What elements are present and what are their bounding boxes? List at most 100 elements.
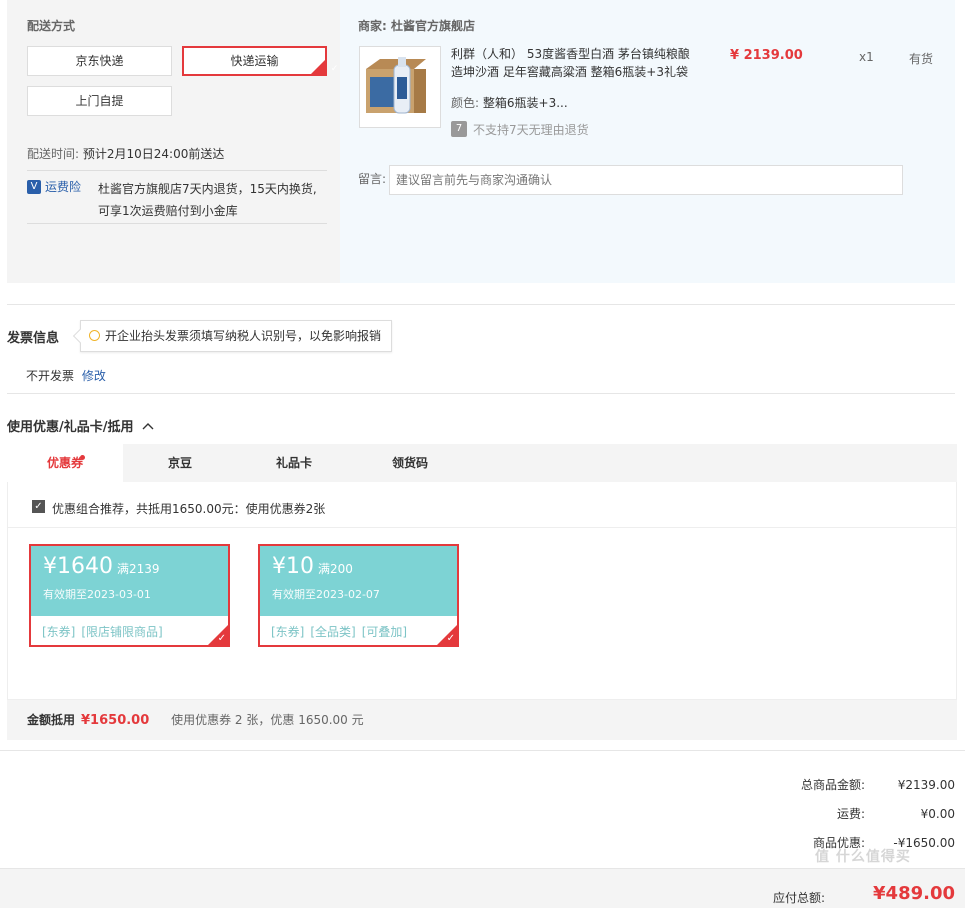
summary-label: 金额抵用: [27, 713, 76, 727]
delivery-time-label: 配送时间:: [27, 147, 80, 161]
coupon-threshold: 满200: [318, 562, 353, 576]
product-color: 颜色: 整箱6瓶装+3...: [451, 94, 568, 111]
coupon-amount-row: ¥1640 满2139: [43, 554, 216, 582]
watermark-logo: 值 什么值得买: [815, 826, 911, 879]
product-stock-status: 有货: [909, 52, 934, 66]
shipping-insurance-link[interactable]: 运费险: [45, 178, 81, 195]
tab-jd-beans[interactable]: 京豆: [123, 444, 237, 482]
divider: [7, 527, 957, 528]
shipping-title: 配送方式: [27, 19, 76, 33]
note-label: 留言:: [358, 172, 387, 186]
tab-label: 礼品卡: [275, 456, 312, 470]
coupon-amount: ¥10: [272, 554, 314, 579]
coupon-amount: ¥1640: [43, 554, 113, 579]
shipping-insurance-desc-line: 杜酱官方旗舰店7天内退货，15天内换货,: [98, 182, 317, 196]
coupon-tags: [东券] [限店铺限商品]: [31, 616, 228, 647]
coupon-tag: [东券]: [42, 625, 76, 639]
coupon-expiry: 有效期至2023-02-07: [272, 588, 380, 601]
no-return-icon: 7: [451, 121, 467, 137]
invoice-tip-text: 开企业抬头发票须填写纳税人识别号，以免影响报销: [105, 329, 382, 343]
pay-total-label: 应付总额:: [772, 891, 825, 905]
invoice-tip: 开企业抬头发票须填写纳税人识别号，以免影响报销: [72, 320, 393, 352]
coupon-threshold: 满2139: [117, 562, 160, 576]
shipping-option-courier[interactable]: 快递运输 ✓: [182, 46, 338, 76]
discount-summary-bar: 金额抵用 ¥1650.00 使用优惠券 2 张，优惠 1650.00 元: [7, 700, 957, 740]
merchant-name: 杜酱官方旗舰店: [391, 19, 476, 33]
shipping-option-pickup[interactable]: 上门自提: [27, 86, 172, 116]
shipping-option-label: 上门自提: [75, 94, 124, 108]
product-thumbnail[interactable]: [359, 46, 441, 128]
product-color-label: 颜色:: [451, 96, 480, 110]
product-color-value: 整箱6瓶装+3...: [482, 96, 568, 110]
summary-amount: ¥1650.00: [81, 713, 150, 728]
coupon-tag: [全品类]: [310, 625, 356, 639]
shield-icon: V: [27, 180, 41, 194]
lightbulb-icon: [89, 330, 100, 341]
product-image: [366, 57, 426, 114]
coupon-header: ¥1640 满2139 有效期至2023-03-01: [31, 546, 228, 616]
shipping-option-label: 快递运输: [230, 54, 279, 68]
new-dot-indicator: [80, 455, 85, 460]
product-quantity: x1: [859, 50, 874, 64]
coupon-card[interactable]: ¥10 满200 有效期至2023-02-07 [东券] [全品类] [可叠加] ✓: [258, 544, 459, 647]
merchant-label: 商家:: [358, 19, 387, 33]
coupon-expiry: 有效期至2023-03-01: [43, 588, 151, 601]
chevron-up-icon: [142, 423, 154, 430]
product-name-line: 造坤沙酒 足年窖藏高粱酒 整箱6瓶装+3礼袋: [451, 65, 688, 79]
tab-redeem-code[interactable]: 领货码: [351, 444, 469, 482]
coupon-tag: [限店铺限商品]: [81, 625, 163, 639]
watermark-text: 值 什么值得买: [815, 849, 911, 865]
divider: [7, 304, 955, 305]
discount-tabs: 优惠券 京豆 礼品卡 领货码: [7, 444, 957, 482]
total-goods-value: ¥2139.00: [897, 778, 955, 792]
shipping-insurance-desc: 杜酱官方旗舰店7天内退货，15天内换货, 可享1次运费赔付到小金库: [98, 178, 317, 222]
tip-arrow: [72, 328, 88, 344]
divider: [0, 750, 965, 751]
invoice-status: 不开发票: [26, 369, 75, 383]
check-icon: ✓: [217, 633, 226, 644]
invoice-edit-link[interactable]: 修改: [82, 369, 106, 383]
coupon-card[interactable]: ¥1640 满2139 有效期至2023-03-01 [东券] [限店铺限商品] ✓: [29, 544, 230, 647]
coupon-tags: [东券] [全品类] [可叠加]: [260, 616, 457, 647]
coupon-tag: [东券]: [271, 625, 305, 639]
check-icon: ✓: [446, 633, 455, 644]
merchant-panel: 商家: 杜酱官方旗舰店 利群（人和） 53度酱香型白酒 茅台镇纯粮酿 造坤沙酒 …: [340, 0, 955, 283]
note-input[interactable]: [389, 165, 903, 195]
divider: [27, 223, 327, 224]
shipping-panel: 配送方式 京东快递 快递运输 ✓ 上门自提 配送时间: 预计2月10日24:00…: [7, 0, 340, 283]
product-price: ¥ 2139.00: [730, 48, 803, 63]
selected-check-icon: ✓: [311, 60, 338, 74]
combo-recommend-checkbox[interactable]: ✓: [32, 500, 45, 513]
coupon-header: ¥10 满200 有效期至2023-02-07: [260, 546, 457, 616]
divider: [7, 393, 955, 394]
return-policy-text: 不支持7天无理由退货: [473, 123, 589, 137]
delivery-time-value: 预计2月10日24:00前送达: [82, 147, 225, 161]
tab-label: 京豆: [167, 456, 192, 470]
tab-label: 领货码: [391, 456, 428, 470]
pay-total-value: ¥489.00: [873, 883, 955, 904]
shipping-fee-row: 运费: ¥0.00: [655, 805, 955, 822]
tab-coupons[interactable]: 优惠券: [7, 444, 123, 482]
shipping-fee-label: 运费:: [836, 807, 865, 821]
tab-label: 优惠券: [46, 456, 83, 470]
shipping-option-label: 京东快递: [75, 54, 124, 68]
discount-section-toggle[interactable]: 使用优惠/礼品卡/抵用: [7, 416, 154, 435]
shipping-option-jd-express[interactable]: 京东快递: [27, 46, 172, 76]
combo-recommend-text: 优惠组合推荐，共抵用1650.00元：使用优惠券2张: [52, 502, 326, 516]
tab-gift-card[interactable]: 礼品卡: [237, 444, 351, 482]
invoice-status-row: 不开发票 修改: [26, 367, 106, 384]
product-name-line: 利群（人和） 53度酱香型白酒 茅台镇纯粮酿: [451, 47, 690, 61]
discount-title: 使用优惠/礼品卡/抵用: [7, 420, 134, 435]
shipping-insurance-desc-line: 可享1次运费赔付到小金库: [98, 204, 238, 218]
shipping-fee-value: ¥0.00: [920, 807, 955, 821]
total-goods-label: 总商品金额:: [800, 778, 865, 792]
coupon-tag: [可叠加]: [361, 625, 408, 639]
divider: [27, 170, 327, 171]
invoice-title: 发票信息: [7, 331, 60, 346]
product-name[interactable]: 利群（人和） 53度酱香型白酒 茅台镇纯粮酿 造坤沙酒 足年窖藏高粱酒 整箱6瓶…: [451, 45, 701, 81]
summary-text: 使用优惠券 2 张，优惠 1650.00 元: [171, 713, 364, 727]
delivery-time: 配送时间: 预计2月10日24:00前送达: [27, 145, 224, 162]
coupon-amount-row: ¥10 满200: [272, 554, 445, 582]
merchant-title: 商家: 杜酱官方旗舰店: [358, 17, 475, 34]
total-goods-row: 总商品金额: ¥2139.00: [655, 776, 955, 793]
